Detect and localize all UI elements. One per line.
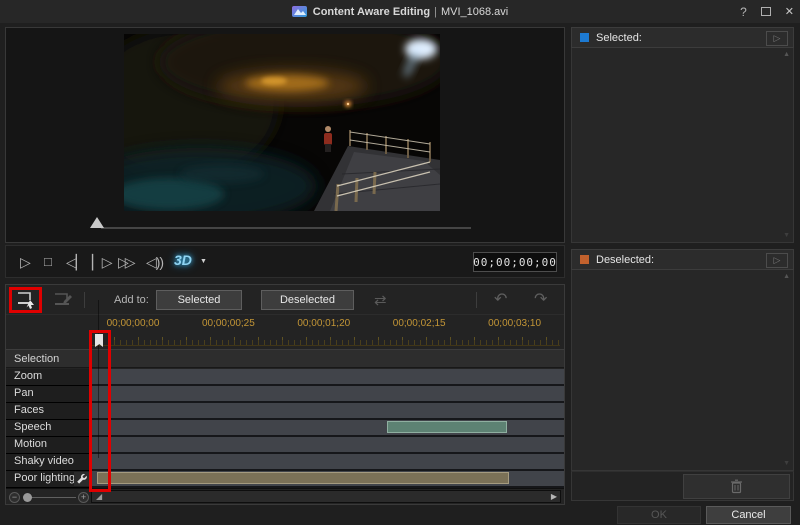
select-range-tool-icon[interactable] [14,290,40,310]
fast-forward-icon[interactable]: ▷▷ [118,253,135,271]
track-row-poor-lighting: Poor lighting [6,471,564,488]
step-forward-icon[interactable]: ▏▷ [92,253,113,271]
titlebar: Content Aware Editing | MVI_1068.avi ? ✕ [0,0,800,23]
deselected-color-swatch [580,255,589,264]
track-rows: Zoom Pan Faces Speech Motion Shaky video Poor … [6,369,564,488]
stop-icon[interactable]: □ [44,253,52,271]
volume-icon[interactable]: ◁)) [146,253,164,271]
selected-clip-list[interactable]: ▲ ▼ [571,48,794,243]
track-lane-shaky-video[interactable] [90,454,564,471]
manual-mark-tool-icon[interactable] [50,290,76,310]
scrollbar-right-arrow-icon[interactable]: ▶ [551,492,557,502]
video-preview [81,17,449,224]
timeline-tick-strip[interactable] [6,332,564,349]
seek-track[interactable] [101,227,471,229]
track-row-motion: Motion [6,437,564,454]
close-button[interactable]: ✕ [785,5,794,18]
timeline-toolbar: Add to: Selected Deselected ⇄ ↶ ↷ [6,285,564,315]
add-to-label: Add to: [114,294,149,306]
zoom-in-button[interactable]: + [78,492,89,503]
cancel-button[interactable]: Cancel [706,506,791,524]
timeline-scrollbar[interactable]: ◢ ▶ [91,490,561,503]
toolbar-divider [84,292,85,308]
add-to-selected-button[interactable]: Selected [156,290,242,310]
delete-button[interactable] [683,474,790,499]
timeline-bottom-bar: − + ◢ ▶ [6,488,564,504]
track-label-zoom: Zoom [6,369,90,386]
track-lane-faces[interactable] [90,403,564,420]
window-title: Content Aware Editing | MVI_1068.avi [312,5,509,18]
play-icon[interactable]: ▷ [20,253,31,271]
wrench-icon[interactable] [74,472,89,486]
track-label-shaky-video: Shaky video [6,454,90,471]
mode-3d-dropdown-icon[interactable]: ▼ [200,258,207,265]
track-row-speech: Speech [6,420,564,437]
track-label-poor-lighting: Poor lighting [6,471,90,488]
track-row-pan: Pan [6,386,564,403]
undo-icon[interactable]: ↶ [494,289,507,309]
selection-track-row[interactable]: Selection [6,349,564,368]
redo-icon[interactable]: ↷ [534,289,547,309]
track-lane-poor-lighting[interactable] [90,471,564,488]
selected-section-header: Selected: ▷ [571,27,794,48]
track-lane-zoom[interactable] [90,369,564,386]
selected-color-swatch [580,33,589,42]
ruler-timecode: 00;00;01;20 [297,318,351,329]
trash-icon [731,479,742,494]
toolbar-divider [476,292,477,308]
track-lane-motion[interactable] [90,437,564,454]
track-row-zoom: Zoom [6,369,564,386]
seek-thumb[interactable] [90,217,104,228]
track-lane-speech[interactable] [90,420,564,437]
cave-video-still [81,17,449,224]
zoom-out-button[interactable]: − [9,492,20,503]
track-label-speech: Speech [6,420,90,437]
deselected-label: Deselected: [596,253,655,266]
deselected-section-header: Deselected: ▷ [571,249,794,270]
selection-track-label: Selection [14,353,60,365]
add-to-deselected-button[interactable]: Deselected [261,290,354,310]
title-group: Content Aware Editing | MVI_1068.avi [291,5,509,18]
ruler-timecode: 00;00;00;25 [201,318,255,329]
scroll-down-icon[interactable]: ▼ [783,232,790,239]
track-label-pan: Pan [6,386,90,403]
swap-selection-icon[interactable]: ⇄ [374,291,387,309]
playhead-line [98,300,99,458]
step-back-icon[interactable]: ◁▏ [66,253,87,271]
help-button[interactable]: ? [740,5,747,19]
mode-3d-button[interactable]: 3D [174,252,192,268]
maximize-button[interactable] [760,7,771,16]
ruler-timecode: 00;00;03;10 [488,318,541,329]
timeline-ruler[interactable]: 00;00;00;00 00;00;00;25 00;00;01;20 00;00;0… [6,316,564,332]
scroll-up-icon[interactable]: ▲ [783,51,790,58]
track-label-motion: Motion [6,437,90,454]
preview-panel [5,17,565,243]
timeline-zoom-slider-thumb[interactable] [23,493,32,502]
timeline-panel: Add to: Selected Deselected ⇄ ↶ ↷ 00;00;… [5,284,565,505]
scroll-up-icon[interactable]: ▲ [783,273,790,280]
segment-bar-speech[interactable] [387,421,507,433]
timecode-display: 00;00;00;00 [473,252,557,272]
app-icon [291,6,307,17]
track-label-faces: Faces [6,403,90,420]
track-row-faces: Faces [6,403,564,420]
deselected-clip-list[interactable]: ▲ ▼ [571,270,794,471]
scroll-down-icon[interactable]: ▼ [783,460,790,467]
ruler-timecode: 00;00;02;15 [392,318,446,329]
ok-button[interactable]: OK [617,506,701,524]
ruler-timecode: 00;00;00;00 [106,318,160,329]
selected-label: Selected: [596,31,642,44]
play-deselected-button[interactable]: ▷ [766,253,788,268]
deselected-actions-bar [571,471,794,501]
play-selected-button[interactable]: ▷ [766,31,788,46]
segment-bar-poor-lighting[interactable] [97,472,509,484]
track-row-shaky-video: Shaky video [6,454,564,471]
track-lane-pan[interactable] [90,386,564,403]
transport-bar: ▷ □ ◁▏ ▏▷ ▷▷ ◁)) 3D ▼ 00;00;00;00 [5,245,565,278]
scrollbar-corner-icon: ◢ [96,492,103,501]
playhead-marker[interactable] [95,334,103,347]
